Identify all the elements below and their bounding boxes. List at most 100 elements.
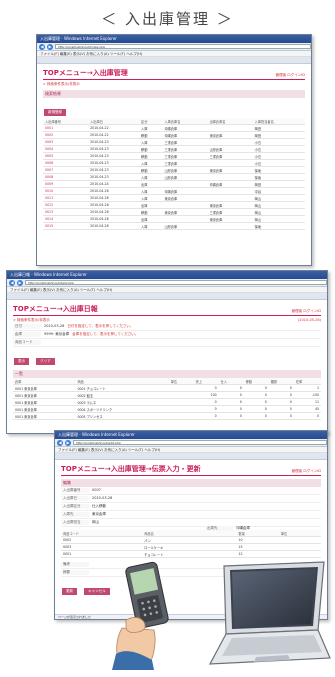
back-icon[interactable]: ◀ bbox=[9, 279, 15, 286]
table-row[interactable]: 0001 2010-04-22 入庫 沖縄倉庫 岡田 bbox=[43, 124, 305, 132]
table-cell: 入庫 bbox=[139, 222, 163, 230]
result-section: 検索結果 bbox=[43, 90, 305, 98]
table-cell: 岡山 bbox=[252, 215, 305, 223]
field-input[interactable] bbox=[89, 562, 92, 567]
login-info[interactable]: 管理者 ログインID bbox=[292, 309, 321, 314]
field-input[interactable]: 9999: 東京倉庫 bbox=[41, 332, 69, 337]
address-bar[interactable]: http://localhost/Inout/index.php bbox=[55, 44, 311, 49]
table-cell[interactable]: 0002 bbox=[61, 536, 143, 544]
table-row[interactable]: 0002 2010-04-22 移動 沖縄倉庫 東京倉庫 岡田 bbox=[43, 131, 305, 139]
table-cell: 45 bbox=[293, 405, 321, 413]
table-row[interactable]: 0005 2010-04-23 移動 三重倉庫 三重倉庫 小島 bbox=[43, 152, 305, 160]
table-row[interactable]: 0008 2010-04-23 入庫 山形倉庫 保坂 bbox=[43, 173, 305, 181]
field-input[interactable]: 0007 bbox=[89, 488, 101, 493]
forward-icon[interactable]: ▶ bbox=[17, 279, 23, 286]
slip-number-link[interactable]: 0008 bbox=[43, 173, 89, 181]
table-cell bbox=[162, 201, 208, 209]
slip-number-link[interactable]: 0005 bbox=[43, 152, 89, 160]
table-cell: 三重倉庫 bbox=[207, 208, 253, 216]
table-row[interactable]: 0014 2010-04-26 出庫 東京倉庫 岡山 bbox=[43, 215, 305, 223]
page-title-text: TOPメニュー→入出庫日報 bbox=[13, 305, 98, 313]
table-cell: 2010-04-26 bbox=[88, 215, 140, 223]
slip-number-link[interactable]: 0009 bbox=[43, 180, 89, 188]
field-input[interactable]: 東京倉庫 bbox=[89, 512, 106, 517]
field-input[interactable]: 岡山 bbox=[89, 520, 99, 525]
forward-icon[interactable]: ▶ bbox=[47, 43, 53, 50]
table-cell: 0 bbox=[193, 405, 219, 413]
table-cell: 山形倉庫 bbox=[162, 166, 208, 174]
show-button[interactable]: 表示 bbox=[14, 358, 29, 365]
table-cell: 0002 飴玉 bbox=[75, 391, 169, 399]
table-row[interactable]: 0009 2010-04-24 出庫 沖縄倉庫 岡田 bbox=[43, 180, 305, 188]
table-row[interactable]: 0015 2010-04-26 入庫 山形倉庫 保坂 bbox=[43, 222, 305, 230]
handheld-terminal-illustration bbox=[112, 561, 169, 670]
out-warehouse-row: 出庫先 沖縄倉庫 bbox=[205, 525, 250, 532]
slip-number-link[interactable]: 0007 bbox=[43, 166, 89, 174]
table-cell: 0 bbox=[243, 412, 269, 420]
table-cell: 三重倉庫 bbox=[207, 152, 253, 160]
table-cell[interactable]: 10 bbox=[236, 536, 279, 544]
field-input[interactable]: 仕入移動 bbox=[89, 504, 106, 509]
table-cell[interactable] bbox=[278, 536, 321, 544]
login-info[interactable]: 管理者 ログインID bbox=[292, 469, 321, 474]
field-input[interactable]: 2010-03-28 bbox=[89, 496, 112, 501]
laptop-illustration bbox=[208, 561, 331, 665]
login-info[interactable]: 管理者 ログインID bbox=[276, 73, 305, 78]
daily-report-window: 入出庫日報 - Windows Internet Explorer ◀ ▶ ht… bbox=[6, 270, 328, 434]
table-cell[interactable] bbox=[278, 550, 321, 558]
back-icon[interactable]: ◀ bbox=[57, 439, 63, 446]
slip-number-link[interactable]: 0004 bbox=[43, 145, 89, 153]
table-cell: 岡山 bbox=[252, 201, 305, 209]
table-cell: 東京倉庫 bbox=[207, 166, 253, 174]
table-cell: 0 bbox=[268, 412, 294, 420]
slip-number-link[interactable]: 0012 bbox=[43, 201, 89, 209]
out-warehouse-value[interactable]: 沖縄倉庫 bbox=[233, 526, 250, 531]
slip-number-link[interactable]: 0001 bbox=[43, 124, 89, 132]
tab-bar[interactable] bbox=[7, 293, 327, 300]
table-cell bbox=[168, 412, 194, 420]
table-cell[interactable]: 15 bbox=[236, 543, 279, 551]
table-cell[interactable]: パン bbox=[142, 536, 237, 544]
table-cell: 岡山 bbox=[252, 208, 305, 216]
table-row[interactable]: 0007 2010-04-23 移動 山形倉庫 東京倉庫 保坂 bbox=[43, 166, 305, 174]
table-cell bbox=[207, 124, 253, 132]
table-row[interactable]: 0003 2010-04-23 入庫 三重倉庫 小島 bbox=[43, 138, 305, 146]
slip-number-link[interactable]: 0011 bbox=[43, 194, 89, 202]
window-titlebar: 入出庫管理 - Windows Internet Explorer bbox=[55, 431, 327, 439]
slip-number-link[interactable]: 0006 bbox=[43, 159, 89, 167]
tab-bar[interactable] bbox=[55, 453, 327, 460]
slip-number-link[interactable]: 0003 bbox=[43, 138, 89, 146]
search-toggle-link[interactable]: > 検索条件表示/非表示 bbox=[43, 82, 305, 87]
item-row[interactable]: 0002 パン 10 bbox=[61, 536, 321, 544]
field-input[interactable]: 2010-03-28 bbox=[41, 324, 64, 329]
tab-bar[interactable] bbox=[37, 57, 311, 64]
table-row[interactable]: 0006 2010-04-23 入庫 三重倉庫 小島 bbox=[43, 159, 305, 167]
address-bar[interactable]: http://localhost/Inout/daily.php bbox=[25, 280, 327, 285]
table-cell: 沖縄倉庫 bbox=[162, 124, 208, 132]
slip-number-link[interactable]: 0010 bbox=[43, 187, 89, 195]
table-cell[interactable] bbox=[278, 543, 321, 551]
search-toggle-link[interactable]: > 検索条件表示/非表示 bbox=[13, 318, 50, 323]
cancel-button[interactable]: キャンセル bbox=[84, 588, 110, 595]
field-input[interactable] bbox=[89, 570, 92, 575]
update-button[interactable]: 更新 bbox=[62, 588, 77, 595]
new-button[interactable]: 新規登録 bbox=[44, 109, 66, 116]
item-row[interactable]: 0001 チョコレート 12 bbox=[61, 550, 321, 558]
slip-number-link[interactable]: 0013 bbox=[43, 208, 89, 216]
back-icon[interactable]: ◀ bbox=[39, 43, 45, 50]
table-row[interactable]: 0010 2010-04-26 入庫 沖縄倉庫 中谷 bbox=[43, 187, 305, 195]
table-cell[interactable]: 12 bbox=[236, 550, 279, 558]
table-row[interactable]: 0013 2010-04-26 移動 東京倉庫 三重倉庫 岡山 bbox=[43, 208, 305, 216]
table-row[interactable]: 0004 2010-04-23 移動 三重倉庫 山形倉庫 小島 bbox=[43, 145, 305, 153]
field-note bbox=[44, 340, 47, 345]
slip-number-link[interactable]: 0015 bbox=[43, 222, 89, 230]
slip-number-link[interactable]: 0002 bbox=[43, 131, 89, 139]
slip-number-link[interactable]: 0014 bbox=[43, 215, 89, 223]
table-cell bbox=[207, 138, 253, 146]
table-row[interactable]: 0012 2010-04-26 出庫 東京倉庫 岡山 bbox=[43, 201, 305, 209]
item-row[interactable]: 0003 ロールケーキ 15 bbox=[61, 543, 321, 551]
clear-button[interactable]: クリア bbox=[36, 358, 55, 365]
forward-icon[interactable]: ▶ bbox=[65, 439, 71, 446]
address-bar[interactable]: http://localhost/Inout/edit.php bbox=[73, 440, 327, 445]
table-row[interactable]: 0011 2010-04-26 入庫 東京倉庫 岡山 bbox=[43, 194, 305, 202]
